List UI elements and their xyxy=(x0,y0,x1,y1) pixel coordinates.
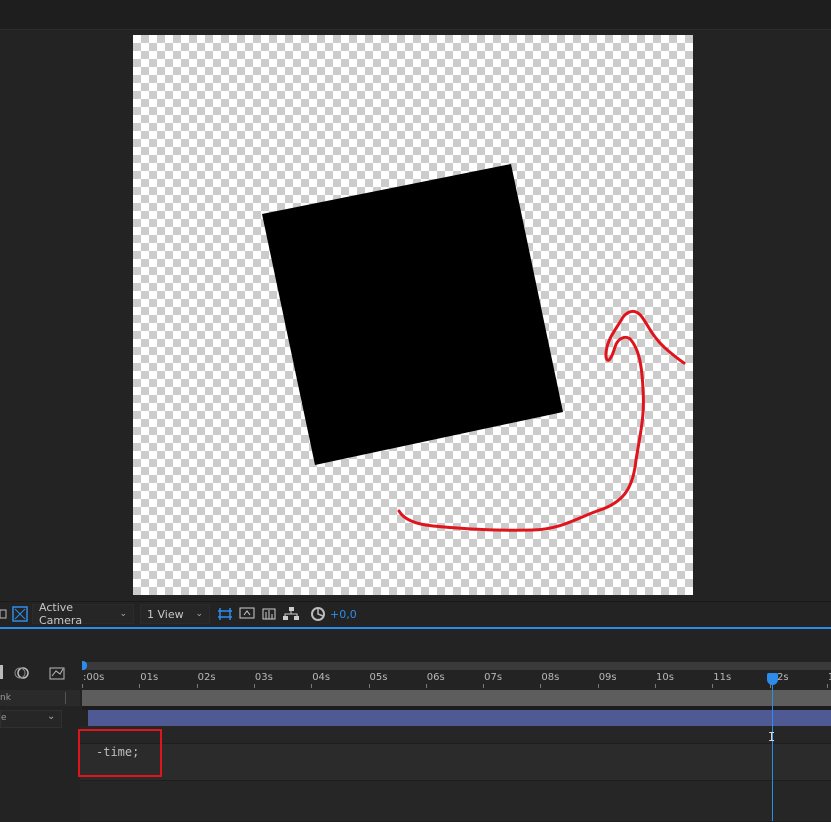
ruler-tick-label: 01s xyxy=(140,672,159,683)
timeline-icon[interactable] xyxy=(260,605,278,623)
resolution-icon[interactable] xyxy=(0,605,8,623)
ruler-tick-mark xyxy=(253,684,255,688)
flowchart-icon[interactable] xyxy=(282,605,300,623)
layer-name-fragment: nk xyxy=(0,693,11,703)
transparency-grid-icon[interactable] xyxy=(12,605,28,623)
ruler-tick-label: 06s xyxy=(426,672,445,683)
composition-canvas[interactable] xyxy=(133,35,693,595)
canvas-content xyxy=(262,164,686,532)
exposure-value[interactable]: +0,0 xyxy=(330,608,357,621)
toggle-pixel-aspect-icon[interactable] xyxy=(216,605,234,623)
column-divider xyxy=(65,692,66,704)
view-layout-dropdown[interactable]: 1 View ⌄ xyxy=(140,604,210,624)
ruler-tick-label: 11s xyxy=(713,672,732,683)
ruler-tick-label: 08s xyxy=(541,672,560,683)
ruler-tick-label: 04s xyxy=(312,672,331,683)
current-time-indicator[interactable] xyxy=(767,673,778,685)
text-cursor-icon: I xyxy=(768,730,776,744)
chevron-down-icon: ⌄ xyxy=(119,609,127,619)
composition-viewer[interactable] xyxy=(0,30,831,600)
composition-tab-bar xyxy=(0,0,831,30)
timeline-panel: nk e ⌄ :00s 01s 02s 03s 04s 05s 06s 07s 08s 09s 10… xyxy=(0,629,831,822)
layer-name-cell[interactable]: nk xyxy=(0,690,80,706)
ruler-tick-mark xyxy=(597,684,599,688)
expression-field[interactable]: -time; xyxy=(96,745,139,759)
ruler-tick-mark xyxy=(655,684,656,688)
ruler-tick-mark xyxy=(712,684,714,688)
ruler-tick-mark xyxy=(425,684,427,688)
ruler-tick-mark xyxy=(196,684,198,688)
rotated-black-square[interactable] xyxy=(262,164,563,465)
ruler-tick-mark xyxy=(82,684,83,688)
ruler-tick-label: 02s xyxy=(197,672,216,683)
current-time-indicator-line xyxy=(772,677,773,821)
time-ruler[interactable]: :00s 01s 02s 03s 04s 05s 06s 07s 08s 09s 10s 11s 12s… xyxy=(82,662,831,688)
fast-previews-icon[interactable] xyxy=(238,605,256,623)
motion-blur-icon[interactable] xyxy=(14,665,32,685)
ruler-tick-label: 03s xyxy=(254,672,273,683)
property-rows xyxy=(80,726,831,822)
ruler-tick-label: 10s xyxy=(656,672,674,683)
parent-dropdown-label: e xyxy=(1,713,7,723)
camera-dropdown[interactable]: Active Camera ⌄ xyxy=(32,601,134,627)
solo-edge-icon xyxy=(0,665,3,679)
ruler-tick-label: 09s xyxy=(598,672,617,683)
chevron-down-icon: ⌄ xyxy=(195,609,203,619)
viewer-toolbar: Active Camera ⌄ 1 View ⌄ +0,0 xyxy=(0,601,831,627)
timeline-row xyxy=(80,781,831,822)
timeline-row xyxy=(80,744,831,781)
layer-duration-bar[interactable] xyxy=(88,710,831,726)
graph-editor-icon[interactable] xyxy=(48,665,66,685)
ruler-tick-mark xyxy=(826,684,828,688)
ruler-tick-mark xyxy=(368,684,370,688)
time-navigator[interactable] xyxy=(82,662,831,670)
chevron-down-icon: ⌄ xyxy=(47,711,56,722)
work-area-bar[interactable] xyxy=(82,690,831,706)
ruler-tick-mark xyxy=(540,684,542,688)
ruler-tick-mark xyxy=(139,684,141,688)
timeline-row xyxy=(80,726,831,744)
ruler-tick-label: 07s xyxy=(484,672,503,683)
ruler-tick-mark xyxy=(483,684,485,688)
ruler-tick-label: 05s xyxy=(369,672,388,683)
parent-dropdown[interactable]: e ⌄ xyxy=(0,710,62,728)
ruler-tick-mark xyxy=(311,684,313,688)
exposure-reset-icon[interactable] xyxy=(310,605,326,623)
ruler-tick-label: :00s xyxy=(83,672,105,683)
view-layout-label: 1 View xyxy=(147,607,184,621)
camera-dropdown-label: Active Camera xyxy=(39,601,83,627)
